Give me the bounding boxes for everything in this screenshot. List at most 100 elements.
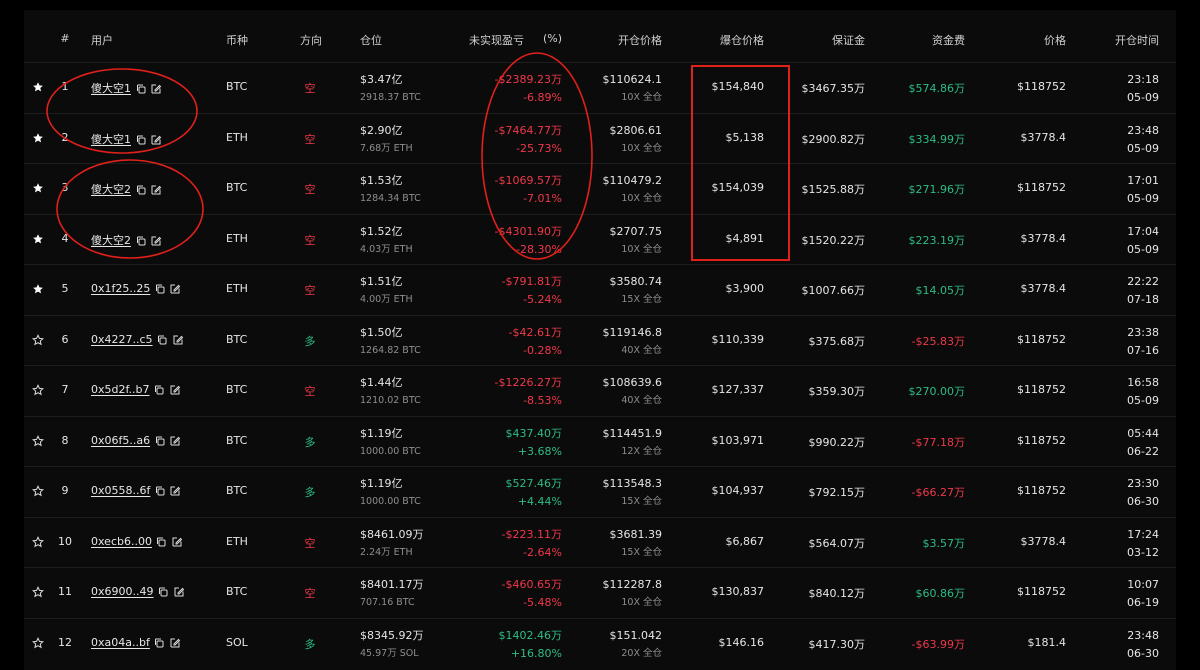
copy-icon[interactable] (153, 383, 165, 396)
edit-icon[interactable] (169, 434, 181, 447)
user-cell: 0x06f5..a6 (91, 434, 181, 447)
star-outline-icon[interactable] (32, 383, 46, 396)
margin: $792.15万 (808, 486, 866, 499)
pnl-percent: -5.24% (523, 293, 562, 306)
pnl-percent: -0.28% (523, 343, 562, 357)
edit-icon[interactable] (169, 383, 181, 396)
table-row[interactable]: 9 0x0558..6f BTC 多 $1.19亿 1000.00 BTC $527.46… (24, 466, 1176, 517)
table-row[interactable]: 11 0x6900..49 BTC 空 $8401.17万 707.16 BTC -$46… (24, 567, 1176, 618)
copy-icon[interactable] (156, 333, 168, 346)
edit-icon[interactable] (169, 484, 181, 497)
header-position[interactable]: 仓位 (360, 32, 382, 48)
row-index: 7 (61, 383, 69, 396)
copy-icon[interactable] (135, 183, 147, 196)
leverage: 20X 全仓 (621, 647, 662, 659)
pnl-value: -$2389.23万 (494, 73, 562, 86)
header-price[interactable]: 价格 (1044, 32, 1066, 48)
star-outline-icon[interactable] (32, 484, 46, 497)
coin: ETH (226, 534, 248, 548)
copy-icon[interactable] (154, 484, 166, 497)
user-link[interactable]: 0x06f5..a6 (91, 434, 150, 447)
margin: $417.30万 (808, 637, 866, 651)
header-pnl[interactable]: 未实现盈亏 (469, 32, 524, 48)
edit-icon[interactable] (173, 585, 185, 598)
user-link[interactable]: 0x6900..49 (91, 585, 154, 598)
funding-fee: $14.05万 (915, 284, 966, 297)
user-cell: 0xa04a..bf (91, 636, 181, 649)
copy-icon[interactable] (153, 636, 165, 649)
star-outline-icon[interactable] (32, 585, 46, 598)
table-row[interactable]: 4 傻大空2 ETH 空 $1.52亿 4.03万 ETH -$4301.90万 -28.3… (24, 213, 1176, 265)
direction: 多 (304, 637, 316, 651)
star-filled-icon[interactable] (32, 131, 46, 144)
table-row[interactable]: 8 0x06f5..a6 BTC 多 $1.19亿 1000.00 BTC $437.40… (24, 415, 1176, 467)
header-pnl-pct[interactable]: (%) (543, 32, 562, 45)
user-link[interactable]: 傻大空2 (91, 183, 131, 196)
open-price: $110479.2 10X 全仓 (603, 172, 663, 208)
edit-icon[interactable] (150, 234, 162, 247)
star-filled-icon[interactable] (32, 282, 46, 295)
direction: 多 (304, 486, 316, 499)
position-size: 2918.37 BTC (360, 92, 421, 103)
user-link[interactable]: 傻大空1 (91, 133, 131, 146)
header-liq-price[interactable]: 爆仓价格 (720, 32, 764, 48)
edit-icon[interactable] (150, 183, 162, 196)
user-link[interactable]: 0xa04a..bf (91, 636, 150, 649)
mark-price: $118752 (1017, 585, 1066, 598)
header-margin[interactable]: 保证金 (832, 32, 865, 48)
pnl-percent: -5.48% (523, 596, 562, 609)
star-outline-icon[interactable] (32, 535, 46, 548)
open-price: $119146.8 40X 全仓 (603, 324, 663, 360)
table-row[interactable]: 10 0xecb6..00 ETH 空 $8461.09万 2.24万 ETH -$223… (24, 516, 1176, 568)
table-row[interactable]: 2 傻大空1 ETH 空 $2.90亿 7.68万 ETH -$7464.77万 -25.7… (24, 112, 1176, 164)
star-outline-icon[interactable] (32, 333, 46, 346)
direction: 空 (304, 284, 316, 297)
mark-price: $3778.4 (1020, 534, 1067, 548)
star-filled-icon[interactable] (32, 232, 46, 245)
header-open-time[interactable]: 开仓时间 (1115, 32, 1159, 48)
copy-icon[interactable] (135, 82, 147, 95)
star-outline-icon[interactable] (32, 636, 46, 649)
table-row[interactable]: 3 傻大空2 BTC 空 $1.53亿 1284.34 BTC -$1069.57万 -7.… (24, 163, 1176, 214)
user-link[interactable]: 傻大空1 (91, 82, 131, 95)
header-funding[interactable]: 资金费 (932, 32, 965, 48)
copy-icon[interactable] (157, 585, 169, 598)
user-link[interactable]: 0x4227..c5 (91, 333, 153, 346)
open-time-date: 05-09 (1127, 91, 1159, 104)
user-link[interactable]: 0x1f25..25 (91, 282, 150, 295)
header-open-price[interactable]: 开仓价格 (618, 32, 662, 48)
user-cell: 0x4227..c5 (91, 333, 184, 346)
edit-icon[interactable] (171, 535, 183, 548)
user-link[interactable]: 傻大空2 (91, 234, 131, 247)
copy-icon[interactable] (154, 282, 166, 295)
copy-icon[interactable] (135, 133, 147, 146)
edit-icon[interactable] (172, 333, 184, 346)
star-filled-icon[interactable] (32, 80, 46, 93)
star-outline-icon[interactable] (32, 434, 46, 447)
edit-icon[interactable] (169, 636, 181, 649)
star-filled-icon[interactable] (32, 181, 46, 194)
header-direction[interactable]: 方向 (300, 32, 322, 48)
table-row[interactable]: 12 0xa04a..bf SOL 多 $8345.92万 45.97万 SOL $140… (24, 617, 1176, 669)
table-row[interactable]: 1 傻大空1 BTC 空 $3.47亿 2918.37 BTC -$2389.23万 -6.… (24, 62, 1176, 113)
position: $1.51亿 4.00万 ETH (360, 273, 413, 309)
user-link[interactable]: 0x0558..6f (91, 484, 150, 497)
header-coin[interactable]: 币种 (226, 32, 248, 48)
edit-icon[interactable] (150, 133, 162, 146)
direction: 空 (304, 536, 316, 550)
edit-icon[interactable] (169, 282, 181, 295)
copy-icon[interactable] (154, 434, 166, 447)
direction: 空 (304, 587, 316, 600)
table-row[interactable]: 6 0x4227..c5 BTC 多 $1.50亿 1264.82 BTC -$42.61… (24, 314, 1176, 366)
user-link[interactable]: 0xecb6..00 (91, 535, 152, 548)
copy-icon[interactable] (155, 535, 167, 548)
header-user[interactable]: 用户 (91, 32, 113, 48)
table-row[interactable]: 5 0x1f25..25 ETH 空 $1.51亿 4.00万 ETH -$791.81万… (24, 264, 1176, 315)
user-link[interactable]: 0x5d2f..b7 (91, 383, 150, 396)
copy-icon[interactable] (135, 234, 147, 247)
mark-price: $3778.4 (1020, 282, 1067, 295)
edit-icon[interactable] (150, 82, 162, 95)
liq-price: $154,840 (711, 80, 765, 93)
table-row[interactable]: 7 0x5d2f..b7 BTC 空 $1.44亿 1210.02 BTC -$1226.… (24, 365, 1176, 416)
position: $1.19亿 1000.00 BTC (360, 475, 421, 511)
